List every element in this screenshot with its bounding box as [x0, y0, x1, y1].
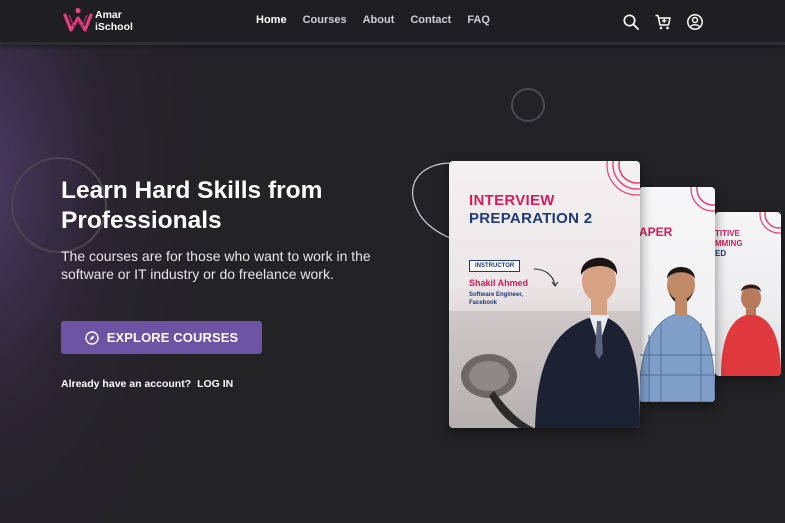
- explore-courses-label: EXPLORE COURSES: [106, 330, 239, 345]
- compass-icon: [85, 330, 99, 345]
- logo-icon: [63, 7, 93, 32]
- card-2-background-decoration: [690, 187, 715, 212]
- nav-faq[interactable]: FAQ: [467, 14, 490, 26]
- instructor-badge: INSTRUCTOR: [469, 260, 521, 272]
- login-line: Already have an account? LOG IN: [61, 378, 233, 390]
- instructor-photo-3: [721, 284, 781, 376]
- instructor-photo-1: [535, 257, 640, 428]
- nav-courses[interactable]: Courses: [303, 14, 347, 26]
- nav-home[interactable]: Home: [256, 14, 287, 26]
- login-prompt: Already have an account?: [61, 378, 192, 390]
- card-3-title-3: ED: [715, 249, 727, 258]
- card-1-title-line-1: INTERVIEW: [469, 192, 555, 209]
- hero-subtitle: The courses are for those who want to wo…: [61, 248, 371, 282]
- card-1-title-line-2: PREPARATION 2: [469, 210, 593, 227]
- instructor-photo-2: [639, 267, 715, 402]
- card-3-title-1: TITIVE: [715, 229, 740, 238]
- logo-text: Amar iSchool: [95, 9, 133, 33]
- login-link[interactable]: LOG IN: [197, 378, 233, 390]
- instructor-name: Shakil Ahmed: [469, 278, 529, 288]
- hero-title: Learn Hard Skills from Professionals: [61, 177, 323, 234]
- card-3-title-2: MMING: [715, 239, 743, 248]
- course-card-2[interactable]: APER: [639, 187, 715, 402]
- course-card-1[interactable]: INTERVIEW PREPARATION 2 INSTRUCTOR Shaki…: [449, 161, 640, 428]
- nav-contact[interactable]: Contact: [410, 14, 451, 26]
- course-card-3[interactable]: TITIVE MMING ED: [715, 212, 781, 376]
- navbar: Amar iSchool Home Courses About Contact …: [0, 0, 785, 45]
- logo-line-1: Amar: [95, 9, 122, 21]
- user-icon[interactable]: [686, 13, 704, 31]
- nav-links: Home Courses About Contact FAQ: [256, 14, 506, 26]
- explore-courses-button[interactable]: EXPLORE COURSES: [61, 321, 262, 354]
- nav-icons: [622, 13, 718, 31]
- logo-line-2: iSchool: [95, 21, 133, 33]
- nav-about[interactable]: About: [363, 14, 395, 26]
- card-2-title: APER: [639, 225, 673, 239]
- decorative-circle-small: [511, 88, 545, 122]
- logo[interactable]: Amar iSchool: [62, 6, 142, 36]
- cart-icon[interactable]: [654, 13, 672, 31]
- search-icon[interactable]: [622, 13, 640, 31]
